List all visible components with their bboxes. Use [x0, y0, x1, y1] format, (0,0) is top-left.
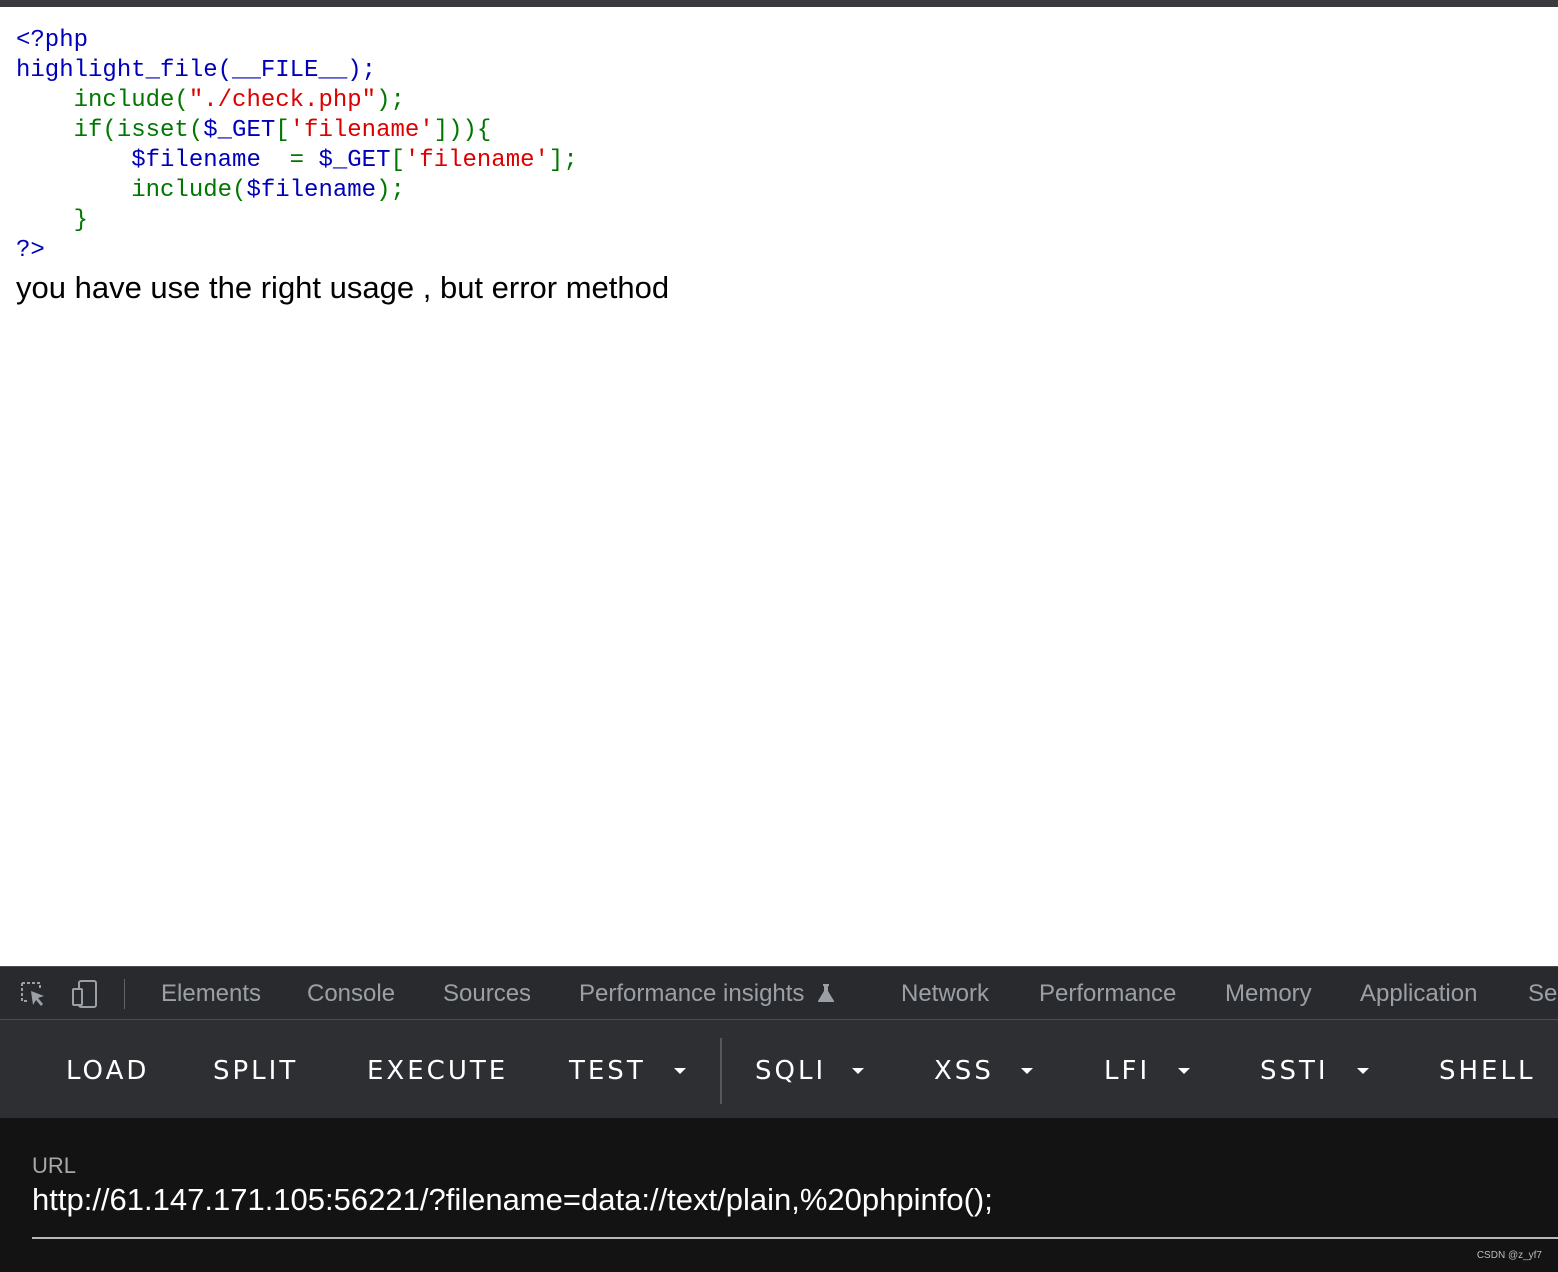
code-line-4-bracket: [	[275, 117, 290, 144]
code-line-6-end: );	[376, 177, 405, 204]
tab-memory[interactable]: Memory	[1225, 980, 1312, 1008]
code-line-6-keyword: include(	[16, 177, 247, 204]
code-line-4-keyword: if(isset(	[16, 117, 204, 144]
code-line-4-string: 'filename'	[289, 117, 434, 144]
tabbar-separator	[124, 979, 125, 1009]
code-line-5-get: $_GET	[318, 147, 391, 174]
toolbar-divider	[720, 1038, 722, 1104]
hackbar-toolbar: LOAD SPLIT EXECUTE TEST SQLI XSS LFI SST…	[0, 1020, 1558, 1118]
code-line-1: <?php	[16, 27, 89, 54]
tab-sources[interactable]: Sources	[443, 980, 531, 1008]
devtools-tabbar: Elements Console Sources Performance ins…	[0, 966, 1558, 1020]
code-line-3-end: );	[376, 87, 405, 114]
tab-network[interactable]: Network	[901, 980, 989, 1008]
code-line-5-var: $filename	[16, 147, 290, 174]
sqli-dropdown-icon[interactable]	[852, 1068, 864, 1074]
code-line-8: ?>	[16, 237, 45, 264]
split-button[interactable]: SPLIT	[213, 1056, 298, 1086]
tab-application[interactable]: Application	[1360, 980, 1477, 1008]
load-button[interactable]: LOAD	[66, 1056, 149, 1086]
shell-button[interactable]: SHELL	[1439, 1056, 1535, 1086]
code-line-3-string: "./check.php"	[188, 87, 377, 114]
xss-dropdown-icon[interactable]	[1021, 1068, 1033, 1074]
xss-button[interactable]: XSS	[934, 1056, 994, 1086]
execute-button[interactable]: EXECUTE	[367, 1056, 508, 1086]
test-dropdown-icon[interactable]	[674, 1068, 686, 1074]
page-content: <?php highlight_file(__FILE__); include("…	[0, 7, 1558, 966]
ssti-button[interactable]: SSTI	[1260, 1056, 1329, 1086]
url-label: URL	[32, 1153, 77, 1178]
code-line-5-string: 'filename'	[404, 147, 549, 174]
sqli-button[interactable]: SQLI	[755, 1056, 826, 1086]
code-line-7: }	[16, 207, 89, 234]
code-line-4-var: $_GET	[203, 117, 276, 144]
code-line-6-var: $filename	[246, 177, 377, 204]
test-button[interactable]: TEST	[569, 1056, 646, 1086]
code-line-4-end: ])){	[433, 117, 492, 144]
page-output-text: you have use the right usage , but error…	[16, 270, 670, 305]
lfi-button[interactable]: LFI	[1104, 1056, 1150, 1086]
device-toolbar-icon[interactable]	[70, 979, 100, 1009]
browser-top-edge	[0, 0, 1558, 7]
ssti-dropdown-icon[interactable]	[1357, 1068, 1369, 1074]
code-line-3-keyword: include(	[16, 87, 189, 114]
devtools-panel: Elements Console Sources Performance ins…	[0, 966, 1558, 1272]
url-input[interactable]: http://61.147.171.105:56221/?filename=da…	[32, 1182, 1532, 1218]
url-input-underline	[32, 1237, 1558, 1239]
tab-performance-insights[interactable]: Performance insights	[579, 980, 804, 1008]
inspect-element-icon[interactable]	[18, 979, 48, 1009]
url-panel: URL http://61.147.171.105:56221/?filenam…	[0, 1118, 1558, 1272]
php-source-code: <?php highlight_file(__FILE__); include("…	[16, 26, 578, 266]
code-line-5-end: ];	[548, 147, 578, 174]
watermark: CSDN @z_yf7	[1476, 1250, 1542, 1261]
tab-console[interactable]: Console	[307, 980, 395, 1008]
code-line-5-bracket: [	[390, 147, 405, 174]
flask-icon	[817, 984, 835, 1002]
code-line-2: highlight_file(__FILE__);	[16, 57, 377, 84]
code-line-5-eq: =	[289, 147, 319, 174]
tab-performance[interactable]: Performance	[1039, 980, 1176, 1008]
lfi-dropdown-icon[interactable]	[1178, 1068, 1190, 1074]
tab-elements[interactable]: Elements	[161, 980, 261, 1008]
tab-security-truncated[interactable]: Se	[1528, 980, 1557, 1008]
